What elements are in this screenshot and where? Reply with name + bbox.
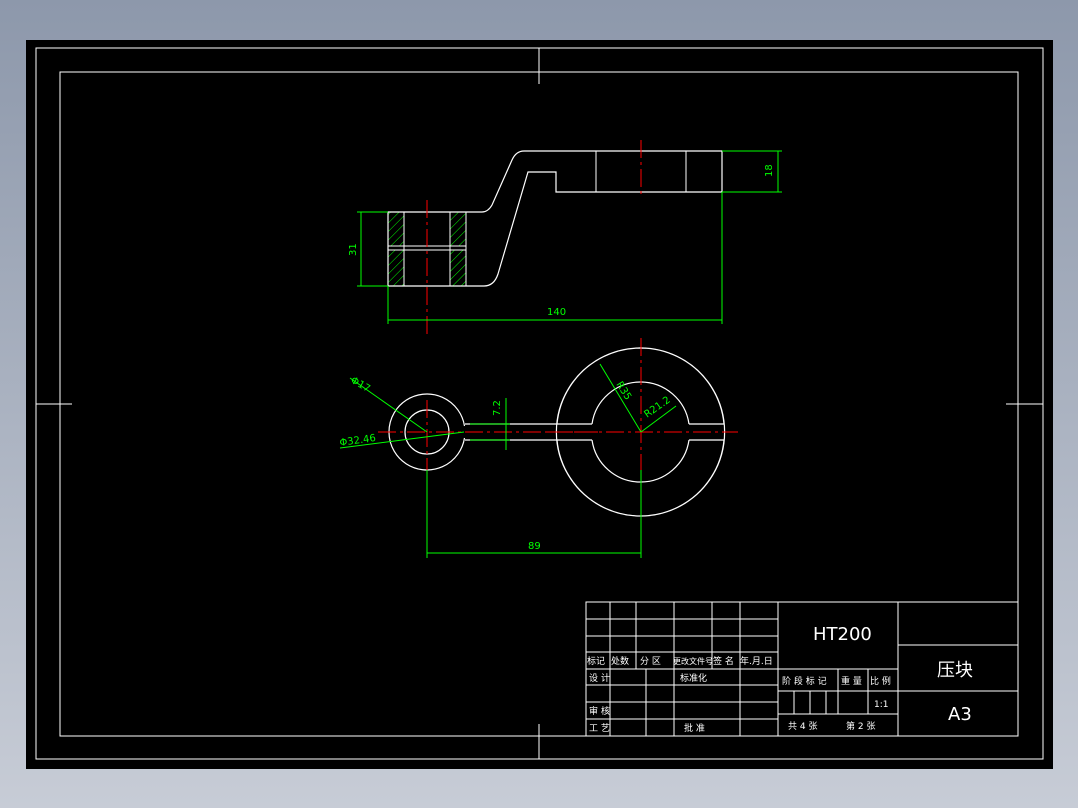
row-design: 设 计	[589, 672, 610, 684]
hatch-right-top	[450, 212, 466, 246]
weight-label: 重 量	[841, 675, 862, 687]
sheet-number: 第 2 张	[846, 720, 875, 732]
header-marks: 标记	[587, 655, 605, 667]
sheet-size-label: A3	[948, 704, 972, 725]
header-zone: 分 区	[640, 656, 661, 667]
dim-140-label: 140	[547, 307, 566, 318]
dim-72-label: 7.2	[492, 400, 503, 416]
header-doc: 更改文件号	[673, 656, 713, 666]
row-approve: 批 准	[684, 722, 705, 734]
hatch-left-bottom	[388, 250, 404, 286]
cad-drawing: 18 31 140 89 Φ17 Φ32.46 7.2 R35 R21.2 HT…	[26, 40, 1053, 769]
header-sign: 签 名	[713, 655, 734, 667]
part-name-label: 压块	[937, 660, 973, 681]
row-standard: 标准化	[680, 672, 707, 684]
row-process: 工 艺	[589, 723, 610, 734]
sheets-total: 共 4 张	[788, 721, 817, 732]
ratio-label: 比 例	[870, 675, 891, 687]
dim-31-label: 31	[348, 243, 359, 256]
dim-89-label: 89	[528, 541, 541, 552]
stage-mark: 阶 段 标 记	[782, 675, 827, 687]
header-date: 年.月.日	[740, 655, 773, 667]
hatch-left-top	[388, 212, 404, 246]
dim-18-label: 18	[764, 164, 775, 177]
scale-label: 1:1	[874, 700, 888, 710]
row-review: 审 核	[589, 705, 610, 717]
material-label: HT200	[813, 624, 872, 645]
hatch-right-bottom	[450, 250, 466, 286]
drawing-sheet	[26, 40, 1053, 769]
header-count: 处数	[611, 655, 629, 667]
